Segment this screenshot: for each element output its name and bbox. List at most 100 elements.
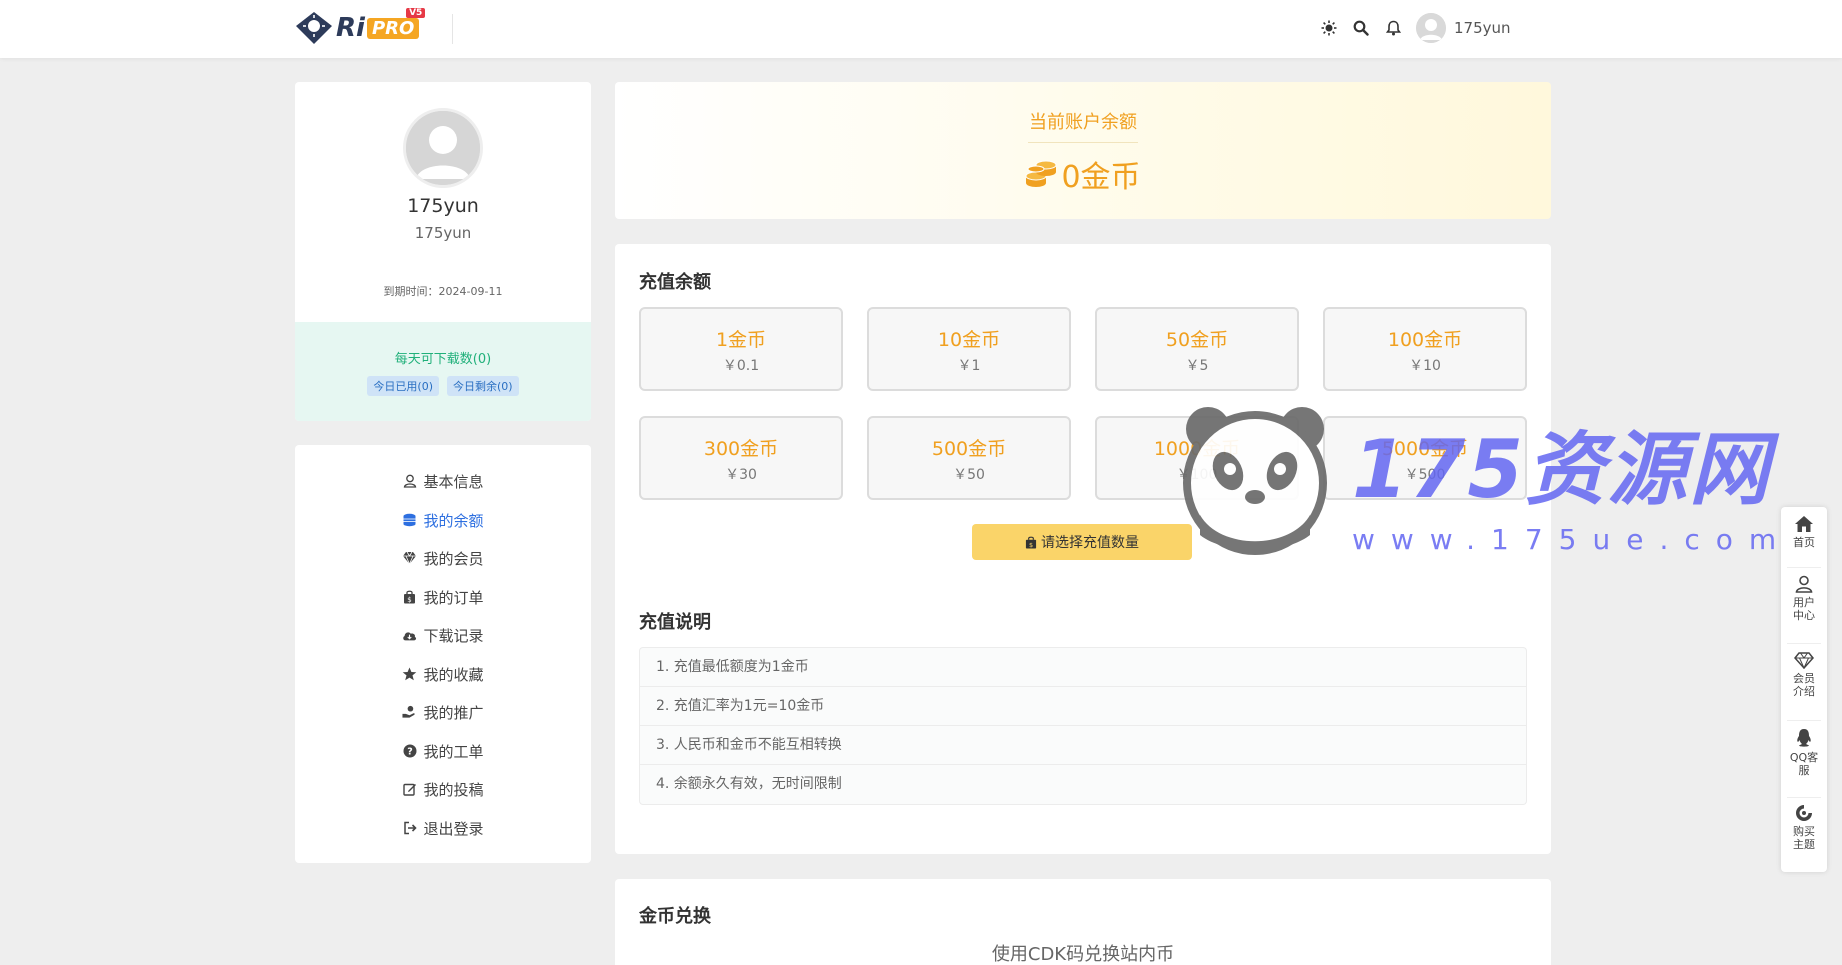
menu-item-basic-info[interactable]: 基本信息 [295, 466, 591, 496]
balance-value: 0金币 [1061, 160, 1141, 195]
svg-text:?: ? [407, 747, 413, 758]
sun-icon[interactable] [1320, 19, 1338, 37]
exchange-subtitle: 使用CDK码兑换站内币 [991, 944, 1175, 965]
site-logo[interactable]: Ri PRO V5 [294, 7, 426, 46]
recharge-package[interactable]: 100金币 ￥10 [1323, 307, 1527, 391]
float-divider [1787, 797, 1821, 798]
recharge-title: 充值余额 [639, 272, 711, 293]
download-quota-panel [295, 322, 591, 421]
logo-version: V5 [406, 7, 426, 18]
theme-icon [1796, 805, 1812, 821]
home-icon [1795, 516, 1813, 532]
edit-icon [402, 782, 417, 797]
package-coins: 10金币 [937, 329, 1001, 351]
recharge-package[interactable]: 300金币 ￥30 [639, 416, 843, 500]
balance-divider [1028, 142, 1138, 143]
float-divider [1787, 643, 1821, 644]
float-label: 首页 [1793, 536, 1815, 549]
search-icon[interactable] [1352, 19, 1370, 37]
diamond-icon [1794, 652, 1814, 669]
menu-item-label: 我的会员 [423, 549, 484, 568]
logout-icon [402, 821, 417, 836]
header-actions: 175yun [1320, 12, 1511, 44]
balance-label: 当前账户余额 [1029, 112, 1137, 133]
float-membership-button[interactable]: 会员介绍 [1781, 652, 1827, 698]
menu-item-balance[interactable]: 我的余额 [295, 505, 591, 535]
menu-item-downloads[interactable]: 下载记录 [295, 620, 591, 650]
menu-item-label: 下载记录 [423, 626, 484, 645]
top-header: Ri PRO V5 175yun [0, 0, 1842, 58]
float-qq-support-button[interactable]: QQ客服 [1781, 728, 1827, 777]
package-price: ￥1 [957, 358, 981, 374]
package-coins: 1金币 [715, 329, 767, 351]
badge-today-left: 今日剩余(0) [447, 376, 519, 396]
menu-item-promotion[interactable]: 我的推广 [295, 697, 591, 727]
package-price: ￥10 [1409, 358, 1441, 374]
recharge-package[interactable]: 50金币 ￥5 [1095, 307, 1299, 391]
recharge-package[interactable]: 1金币 ￥0.1 [639, 307, 843, 391]
exchange-title: 金币兑换 [639, 906, 711, 927]
menu-item-label: 我的余额 [423, 511, 484, 530]
header-username[interactable]: 175yun [1454, 19, 1511, 37]
user-icon [402, 474, 417, 489]
badge-today-used: 今日已用(0) [367, 376, 439, 396]
list-item: 1. 充值最低额度为1金币 [640, 648, 1526, 687]
floating-sidebar: 首页 用户中心 会员介绍 QQ客服 购买主题 [1781, 507, 1827, 872]
star-icon [402, 667, 417, 682]
qq-icon [1797, 729, 1811, 747]
recharge-package[interactable]: 10金币 ￥1 [867, 307, 1071, 391]
menu-item-tickets[interactable]: ? 我的工单 [295, 736, 591, 766]
menu-item-label: 我的收藏 [423, 665, 484, 684]
float-label: 购买主题 [1793, 825, 1815, 851]
bag-icon: $ [402, 590, 417, 605]
recharge-button-label: 请选择充值数量 [1041, 535, 1139, 551]
menu-item-favorites[interactable]: 我的收藏 [295, 659, 591, 689]
recharge-notes-title: 充值说明 [639, 612, 711, 633]
menu-item-label: 我的订单 [423, 588, 484, 607]
package-coins: 100金币 [1387, 329, 1463, 351]
watermark: 175资源网 www.175ue.com [1180, 405, 1790, 565]
list-item: 3. 人民币和金币不能互相转换 [640, 726, 1526, 765]
float-home-button[interactable]: 首页 [1781, 515, 1827, 549]
recharge-package[interactable]: 500金币 ￥50 [867, 416, 1071, 500]
menu-item-orders[interactable]: $ 我的订单 [295, 582, 591, 612]
svg-text:$: $ [408, 596, 412, 604]
menu-item-logout[interactable]: 退出登录 [295, 813, 591, 843]
list-item: 4. 余额永久有效，无时间限制 [656, 776, 842, 792]
profile-avatar [403, 108, 483, 188]
package-price: ￥0.1 [722, 358, 760, 374]
float-user-center-button[interactable]: 用户中心 [1781, 575, 1827, 622]
menu-item-membership[interactable]: 我的会员 [295, 543, 591, 573]
watermark-url: www.175ue.com [1352, 523, 1793, 556]
logo-text: Ri [336, 13, 365, 43]
balance-amount: 0金币 [615, 152, 1551, 196]
profile-name: 175yun [407, 195, 479, 217]
download-quota-title: 每天可下载数(0) [394, 352, 492, 367]
bell-icon[interactable] [1384, 19, 1402, 37]
panda-logo-icon [1183, 407, 1327, 555]
menu-item-label: 我的工单 [423, 742, 484, 761]
user-profile-card [295, 82, 591, 421]
float-buy-theme-button[interactable]: 购买主题 [1781, 804, 1827, 851]
diamond-icon [402, 551, 417, 566]
question-icon: ? [402, 744, 417, 759]
package-coins: 300金币 [703, 438, 779, 460]
avatar[interactable] [1416, 13, 1446, 43]
float-label: QQ客服 [1789, 751, 1819, 777]
header-divider [452, 14, 453, 44]
cloud-download-icon [402, 628, 417, 643]
float-divider [1787, 720, 1821, 721]
package-price: ￥50 [953, 467, 985, 483]
user-menu: 基本信息 我的余额 我的会员 $ 我的订单 下载记录 我的收藏 我的推广 ? 我… [295, 445, 591, 863]
package-price: ￥30 [725, 467, 757, 483]
menu-item-label: 基本信息 [423, 472, 484, 491]
package-price: ￥5 [1185, 358, 1209, 374]
download-quota-badges: 今日已用(0) 今日剩余(0) [295, 376, 591, 396]
bag-icon: $ [1025, 536, 1037, 549]
user-icon [1795, 575, 1813, 593]
recharge-submit-button[interactable]: $ 请选择充值数量 [972, 524, 1192, 560]
menu-item-submissions[interactable]: 我的投稿 [295, 774, 591, 804]
svg-text:$: $ [1029, 541, 1033, 549]
watermark-text: 175资源网 [1352, 423, 1771, 516]
balance-card: 当前账户余额 0金币 [615, 82, 1551, 219]
